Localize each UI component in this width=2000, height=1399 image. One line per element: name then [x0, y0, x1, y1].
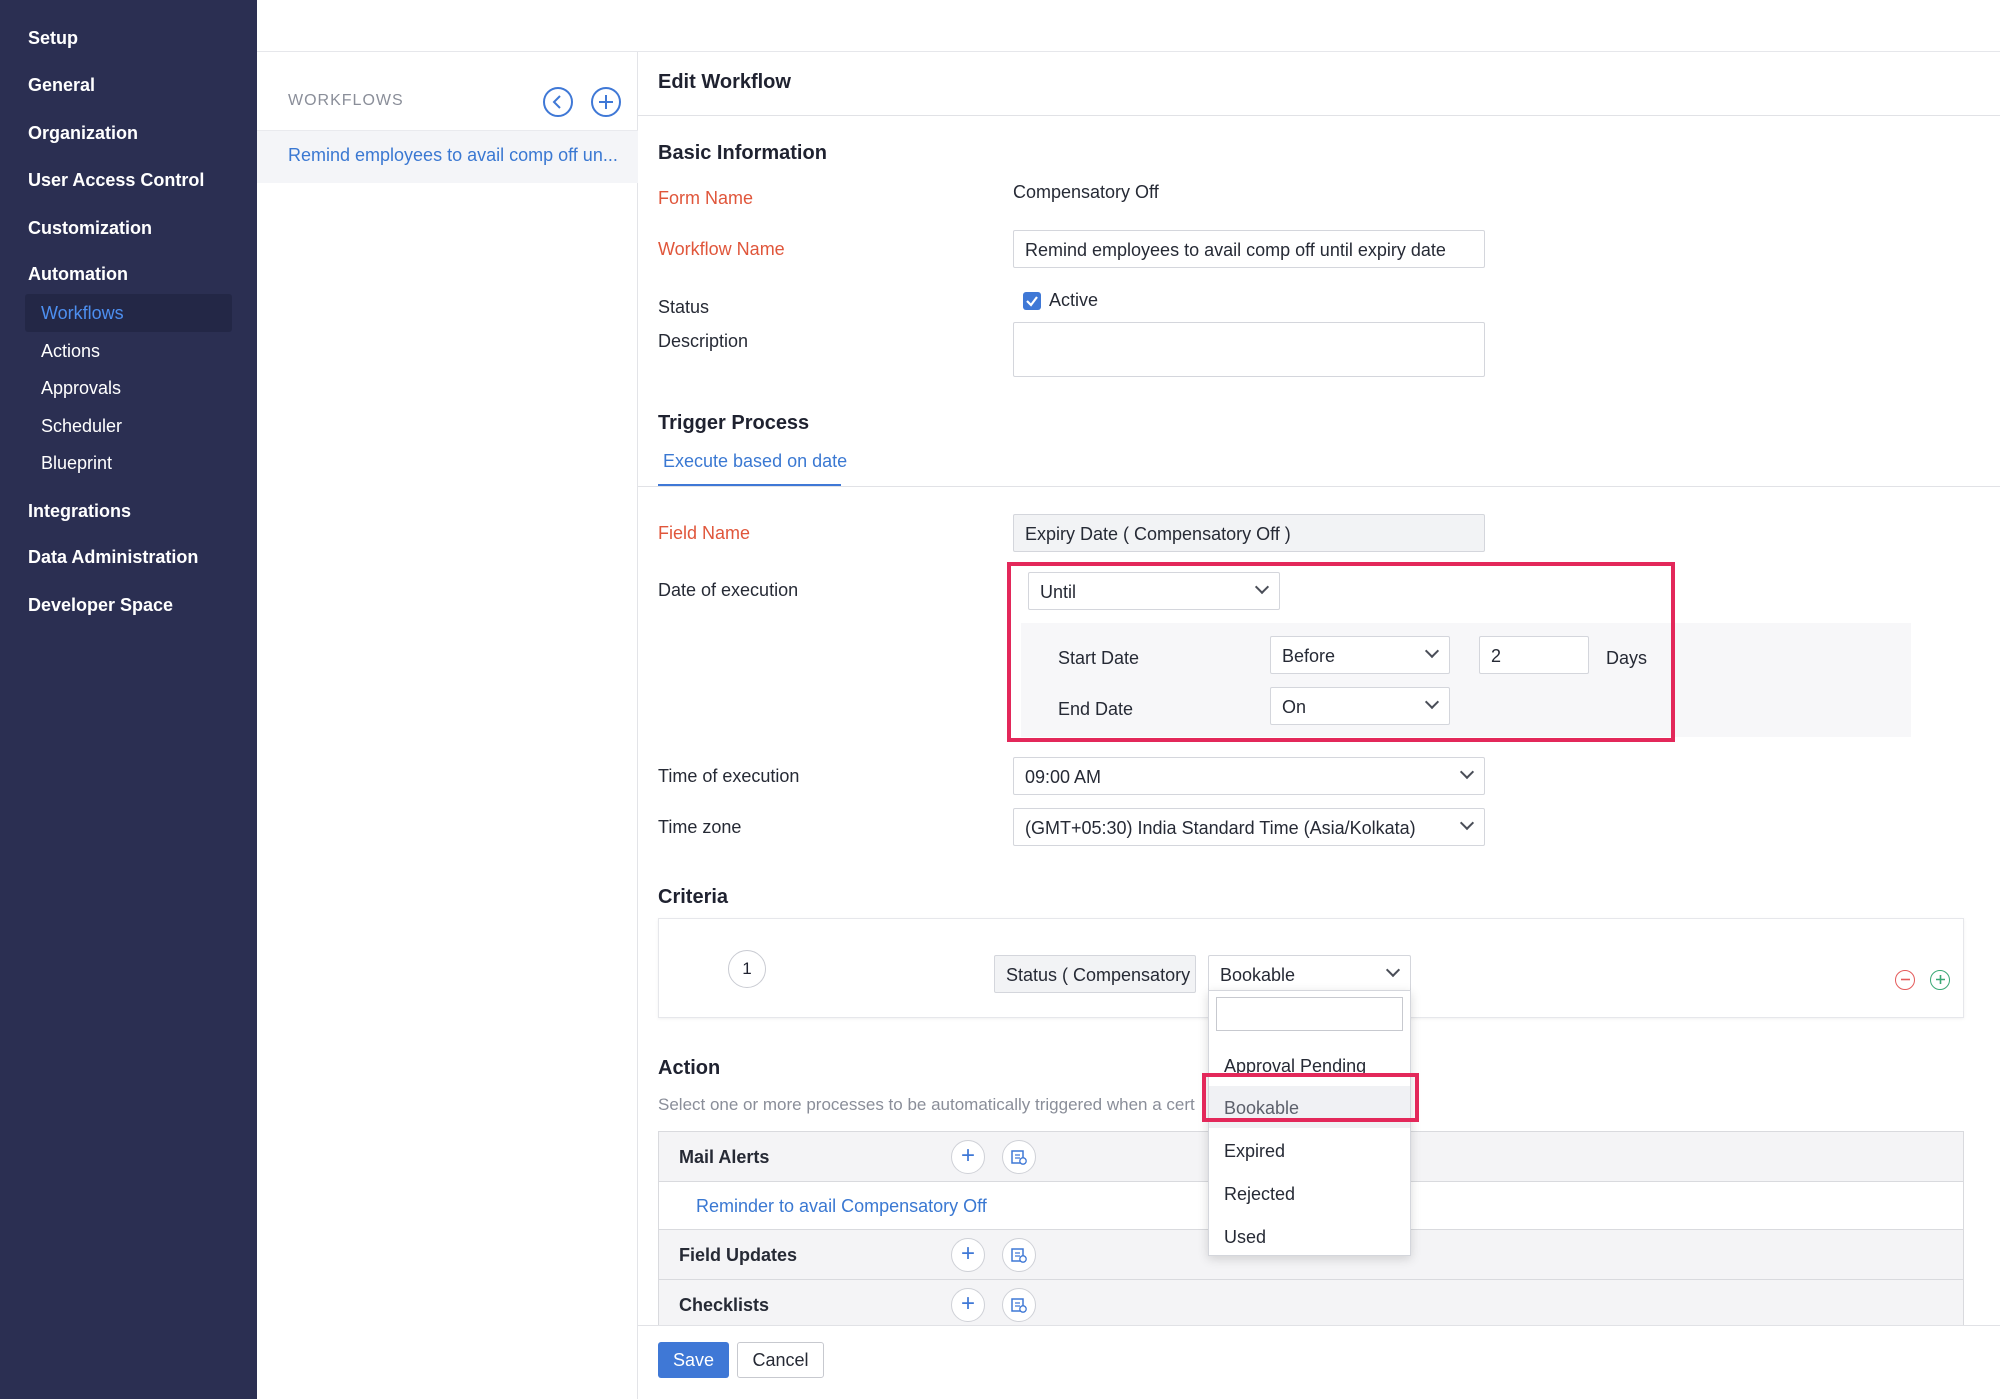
time-zone-value: (GMT+05:30) India Standard Time (Asia/Ko…	[1025, 818, 1416, 838]
checklists-label: Checklists	[679, 1295, 770, 1315]
basic-information-heading: Basic Information	[658, 142, 827, 164]
plus-circle-icon[interactable]	[1930, 970, 1950, 990]
start-date-select[interactable]: Before	[1270, 636, 1450, 674]
plus-circle-icon[interactable]	[591, 87, 621, 117]
sidebar-item-automation[interactable]: Automation	[28, 264, 128, 285]
end-date-label: End Date	[1058, 699, 1134, 719]
date-of-execution-value: Until	[1040, 582, 1077, 602]
time-of-execution-label: Time of execution	[658, 766, 800, 786]
form-footer: Save Cancel	[638, 1325, 2000, 1399]
criteria-value: Bookable	[1220, 965, 1296, 985]
plus-icon[interactable]: +	[951, 1238, 985, 1272]
sidebar-item-developer-space[interactable]: Developer Space	[28, 595, 173, 616]
minus-circle-icon[interactable]	[1895, 970, 1915, 990]
field-name-label: Field Name	[658, 523, 751, 543]
action-row-checklists: Checklists +	[659, 1280, 1963, 1325]
criteria-value-select[interactable]: Bookable	[1208, 955, 1411, 993]
plus-icon[interactable]: +	[951, 1288, 985, 1322]
chevron-down-icon	[1459, 815, 1475, 831]
settings-sidebar: Setup General Organization User Access C…	[0, 0, 257, 1399]
dropdown-option[interactable]: Expired	[1209, 1129, 1410, 1171]
criteria-row-number: 1	[728, 950, 766, 988]
top-bar	[257, 0, 2000, 52]
time-of-execution-select[interactable]: 09:00 AM	[1013, 757, 1485, 795]
active-checkbox[interactable]	[1023, 292, 1041, 310]
chevron-down-icon	[1254, 579, 1270, 595]
description-textarea[interactable]	[1013, 322, 1485, 377]
page-title: Edit Workflow	[658, 71, 791, 93]
associate-existing-icon[interactable]	[1002, 1288, 1036, 1322]
chevron-down-icon	[1424, 643, 1440, 659]
chevron-down-icon	[1459, 764, 1475, 780]
start-date-label: Start Date	[1058, 648, 1140, 668]
sidebar-item-customization[interactable]: Customization	[28, 218, 152, 239]
associate-existing-icon[interactable]	[1002, 1140, 1036, 1174]
mail-alerts-label: Mail Alerts	[679, 1147, 770, 1167]
dropdown-search-input[interactable]	[1216, 997, 1403, 1031]
status-label: Status	[658, 297, 710, 317]
time-zone-label: Time zone	[658, 817, 742, 837]
date-of-execution-select[interactable]: Until	[1028, 572, 1280, 610]
workflow-name-input[interactable]: Remind employees to avail comp off until…	[1013, 230, 1485, 268]
sidebar-item-integrations[interactable]: Integrations	[28, 501, 131, 522]
workflows-panel: WORKFLOWS Remind employees to avail comp…	[257, 52, 638, 1399]
chevron-down-icon	[1385, 962, 1401, 978]
start-date-days-input[interactable]: 2	[1479, 636, 1589, 674]
sidebar-subitem-actions[interactable]: Actions	[41, 341, 100, 362]
criteria-field-select[interactable]: Status ( Compensatory	[994, 955, 1196, 993]
form-name-label: Form Name	[658, 188, 754, 208]
start-date-value: Before	[1282, 646, 1336, 666]
divider	[638, 115, 2000, 116]
sidebar-subitem-workflows[interactable]: Workflows	[41, 303, 124, 324]
sidebar-item-data-administration[interactable]: Data Administration	[28, 547, 198, 568]
active-checkbox-label: Active	[1049, 290, 1099, 310]
mail-alert-link[interactable]: Reminder to avail Compensatory Off	[696, 1196, 987, 1217]
end-date-value: On	[1282, 697, 1307, 717]
sidebar-item-general[interactable]: General	[28, 75, 95, 96]
criteria-value-dropdown: Approval Pending Bookable Expired Reject…	[1202, 990, 1419, 1257]
chevron-down-icon	[1424, 694, 1440, 710]
field-name-select[interactable]: Expiry Date ( Compensatory Off )	[1013, 514, 1485, 552]
form-name-value: Compensatory Off	[1013, 182, 1159, 202]
description-label: Description	[658, 331, 749, 351]
sidebar-item-organization[interactable]: Organization	[28, 123, 138, 144]
trigger-process-heading: Trigger Process	[658, 412, 810, 434]
save-button[interactable]: Save	[658, 1342, 729, 1378]
dropdown-option[interactable]: Rejected	[1209, 1172, 1410, 1214]
time-zone-select[interactable]: (GMT+05:30) India Standard Time (Asia/Ko…	[1013, 808, 1485, 846]
chevron-left-circle-icon[interactable]	[543, 87, 573, 117]
sidebar-item-user-access-control[interactable]: User Access Control	[28, 170, 204, 191]
time-of-execution-value: 09:00 AM	[1025, 767, 1102, 787]
cancel-button[interactable]: Cancel	[737, 1342, 824, 1378]
date-of-execution-label: Date of execution	[658, 580, 799, 600]
dropdown-option[interactable]: Used	[1209, 1215, 1410, 1257]
sidebar-subitem-approvals[interactable]: Approvals	[41, 378, 121, 399]
criteria-heading: Criteria	[658, 886, 729, 908]
sidebar-item-setup[interactable]: Setup	[28, 28, 78, 49]
annotation-highlight-box	[1202, 1073, 1419, 1122]
sidebar-subitem-scheduler[interactable]: Scheduler	[41, 416, 122, 437]
action-description: Select one or more processes to be autom…	[658, 1095, 1195, 1114]
sidebar-subitem-blueprint[interactable]: Blueprint	[41, 453, 112, 474]
action-heading: Action	[658, 1057, 721, 1079]
divider	[638, 486, 2000, 487]
workflow-list-item-label: Remind employees to avail comp off un...	[288, 145, 618, 165]
workflows-heading: WORKFLOWS	[288, 92, 404, 109]
edit-workflow-panel: Edit Workflow Basic Information Form Nam…	[638, 52, 2000, 1399]
tab-execute-based-on-date[interactable]: Execute based on date	[663, 451, 847, 472]
workflow-list-item[interactable]: Remind employees to avail comp off un...	[257, 130, 638, 183]
associate-existing-icon[interactable]	[1002, 1238, 1036, 1272]
plus-icon[interactable]: +	[951, 1140, 985, 1174]
end-date-select[interactable]: On	[1270, 687, 1450, 725]
workflow-name-label: Workflow Name	[658, 239, 785, 259]
field-updates-label: Field Updates	[679, 1245, 798, 1265]
days-label: Days	[1606, 648, 1648, 668]
